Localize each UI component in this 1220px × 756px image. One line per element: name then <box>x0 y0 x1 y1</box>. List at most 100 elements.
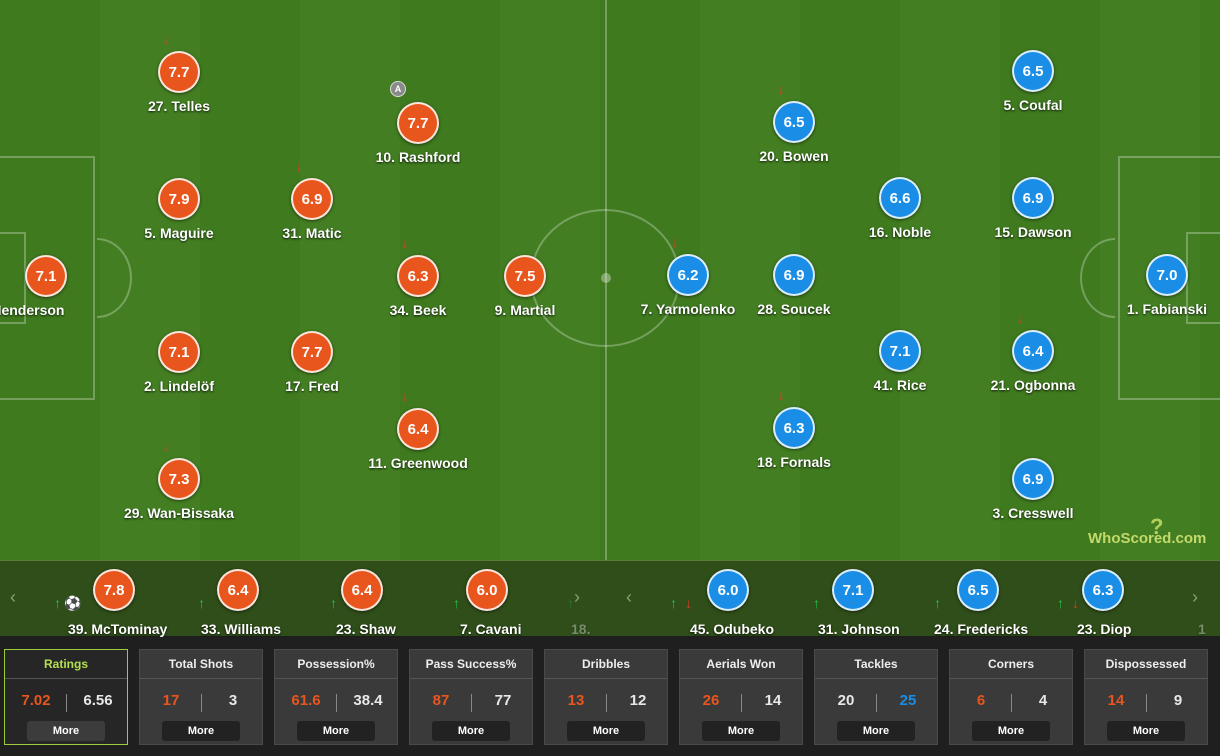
player-rating: 7.5 <box>504 255 546 297</box>
more-button[interactable]: More <box>1107 721 1185 741</box>
bench-player[interactable]: ↑ 6.4 33. Williams <box>178 567 298 637</box>
home-player[interactable]: 7.1 26. Henderson <box>0 255 126 318</box>
stat-card-dribbles[interactable]: Dribbles 13 12 More <box>544 649 668 745</box>
player-name: 1 <box>1198 621 1206 637</box>
player-name: 17. Fred <box>285 378 339 394</box>
stat-title: Dispossessed <box>1105 657 1187 671</box>
stat-card-pass-success[interactable]: Pass Success% 87 77 More <box>409 649 533 745</box>
more-button[interactable]: More <box>162 721 240 741</box>
player-name: 16. Noble <box>868 224 932 240</box>
player-name: 18. <box>571 621 591 637</box>
sub-off-arrow-icon: ↓ <box>401 235 409 251</box>
sub-off-arrow-icon: ↓ <box>162 31 170 47</box>
more-button[interactable]: More <box>972 721 1050 741</box>
stat-title: Aerials Won <box>706 657 776 671</box>
stat-card-aerials-won[interactable]: Aerials Won 26 14 More <box>679 649 803 745</box>
home-player[interactable]: 7.5 9. Martial <box>445 255 605 318</box>
stat-separator <box>545 678 667 679</box>
player-name: 11. Greenwood <box>368 455 468 471</box>
player-rating: 7.3 <box>158 458 200 500</box>
away-player[interactable]: 7.0 1. Fabianski <box>1087 254 1220 317</box>
stat-card-possession[interactable]: Possession% 61.6 38.4 More <box>274 649 398 745</box>
sub-on-arrow-icon: ↑ <box>1057 595 1064 611</box>
chevron-left-icon[interactable]: ‹ <box>10 587 16 608</box>
player-rating: 7.1 <box>879 330 921 372</box>
more-button[interactable]: More <box>297 721 375 741</box>
more-button[interactable]: More <box>702 721 780 741</box>
home-player[interactable]: ↓ 6.4 11. Greenwood <box>338 388 498 471</box>
stat-away-value: 14 <box>764 692 782 709</box>
stat-title: Pass Success% <box>425 657 517 671</box>
more-button[interactable]: More <box>432 721 510 741</box>
stat-separator <box>5 678 127 679</box>
away-player[interactable]: 6.6 16. Noble <box>820 177 980 240</box>
home-player[interactable]: 7.7 17. Fred <box>232 331 392 394</box>
stat-card-corners[interactable]: Corners 6 4 More <box>949 649 1073 745</box>
player-rating: 6.3 <box>773 407 815 449</box>
player-rating: 6.6 <box>879 177 921 219</box>
chevron-right-icon[interactable]: › <box>574 587 580 608</box>
stat-separator <box>275 678 397 679</box>
away-player[interactable]: ↓ 6.5 20. Bowen <box>714 81 874 164</box>
stat-home-value: 87 <box>432 692 450 709</box>
stat-title: Ratings <box>43 657 88 671</box>
bench-player[interactable]: ↑ 6.5 24. Fredericks <box>918 567 1038 637</box>
stat-card-ratings[interactable]: Ratings 7.02 6.56 More <box>4 649 128 745</box>
player-rating: 6.2 <box>667 254 709 296</box>
bench-player[interactable]: ↑ 6.4 23. Shaw <box>302 567 422 637</box>
more-button[interactable]: More <box>567 721 645 741</box>
stat-title: Total Shots <box>168 657 234 671</box>
bench-player[interactable]: ↑ ⚽ 7.8 39. McTominay <box>54 567 174 637</box>
sub-on-arrow-icon: ↑ <box>453 595 460 611</box>
player-name: 9. Martial <box>494 302 556 318</box>
home-player[interactable]: ↓ 7.3 29. Wan-Bissaka <box>99 438 259 521</box>
player-rating: 6.9 <box>1012 458 1054 500</box>
stat-separator <box>140 678 262 679</box>
player-rating: 6.5 <box>957 569 999 611</box>
chevron-right-icon[interactable]: › <box>1192 587 1198 608</box>
stat-home-value: 61.6 <box>291 692 321 709</box>
bench-player[interactable]: ↑ 7.1 31. Johnson <box>793 567 913 637</box>
stat-home-value: 13 <box>567 692 585 709</box>
away-player[interactable]: 7.1 41. Rice <box>820 330 980 393</box>
home-player[interactable]: ↓ 6.9 31. Matic <box>232 158 392 241</box>
stat-home-value: 6 <box>976 692 986 709</box>
stat-card-dispossessed[interactable]: Dispossessed 14 9 More <box>1084 649 1208 745</box>
stat-card-total-shots[interactable]: Total Shots 17 3 More <box>139 649 263 745</box>
bench-player[interactable]: ↑ 18. <box>555 567 610 637</box>
player-name: 1. Fabianski <box>1126 301 1208 317</box>
home-player[interactable]: 7.7 10. Rashford <box>338 102 498 165</box>
away-player[interactable]: ↓ 6.2 7. Yarmolenko <box>608 234 768 317</box>
substitutes-bar: ‹ ↑ ⚽ 7.8 39. McTominay ↑ 6.4 33. Willia… <box>0 560 1220 637</box>
player-rating: 7.9 <box>158 178 200 220</box>
stat-card-tackles[interactable]: Tackles 20 25 More <box>814 649 938 745</box>
stat-away-value: 12 <box>629 692 647 709</box>
stat-home-value: 26 <box>702 692 720 709</box>
player-name: 18. Fornals <box>757 454 831 470</box>
sub-on-arrow-icon: ↑ <box>330 595 337 611</box>
chevron-left-icon[interactable]: ‹ <box>626 587 632 608</box>
player-rating: 6.0 <box>466 569 508 611</box>
away-player[interactable]: ↓ 6.3 18. Fornals <box>714 387 874 470</box>
stat-home-value: 7.02 <box>21 692 51 709</box>
player-rating: 7.7 <box>291 331 333 373</box>
sub-off-arrow-icon: ↓ <box>1016 310 1024 326</box>
sub-on-arrow-icon: ↑ <box>934 595 941 611</box>
player-name: 27. Telles <box>147 98 210 114</box>
bench-player[interactable]: ↑ ↓ 6.3 23. Diop <box>1043 567 1163 637</box>
more-button[interactable]: More <box>27 721 105 741</box>
sub-on-arrow-icon: ↑ <box>54 595 61 611</box>
bench-player[interactable]: ↑ 6.0 7. Cavani <box>427 567 547 637</box>
away-player[interactable]: 6.5 5. Coufal <box>953 50 1113 113</box>
away-player[interactable]: 6.9 3. Cresswell <box>953 458 1113 521</box>
bench-player[interactable]: ↑ ↓ 6.0 45. Odubeko <box>668 567 788 637</box>
home-player[interactable]: ↓ 7.7 27. Telles <box>99 31 259 114</box>
more-button[interactable]: More <box>837 721 915 741</box>
player-rating: 7.0 <box>1146 254 1188 296</box>
goal-ball-icon: ⚽ <box>64 595 82 611</box>
player-name: 20. Bowen <box>759 148 829 164</box>
stat-away-value: 4 <box>1038 692 1048 709</box>
player-rating: 6.5 <box>1012 50 1054 92</box>
sub-off-arrow-icon: ↓ <box>401 388 409 404</box>
sub-on-arrow-icon: ↑ <box>813 595 820 611</box>
